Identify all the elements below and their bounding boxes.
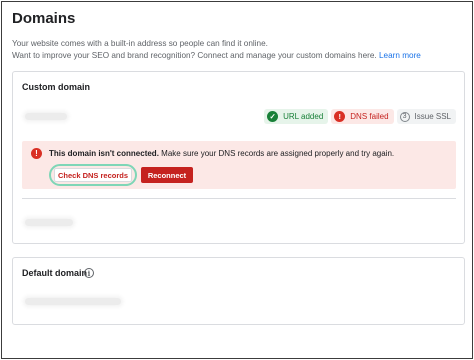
learn-more-link[interactable]: Learn more — [379, 51, 421, 60]
custom-domain-title: Custom domain — [22, 82, 91, 92]
subtitle-line-1: Your website comes with a built-in addre… — [12, 39, 268, 48]
alert-message: This domain isn't connected. Make sure y… — [49, 149, 394, 158]
redacted-default-domain — [25, 298, 121, 305]
reconnect-button[interactable]: Reconnect — [141, 167, 193, 183]
error-icon: ! — [31, 148, 42, 159]
default-domain-title: Default domain — [22, 268, 88, 278]
check-dns-records-button[interactable]: Check DNS records — [54, 168, 132, 182]
alert-title: This domain isn't connected. — [49, 149, 159, 158]
domain-status-steps: ✓ URL added ! DNS failed 3 Issue SSL — [264, 109, 456, 124]
status-chip-dns-failed: ! DNS failed — [331, 109, 394, 124]
default-domain-card: Default domain i — [12, 257, 465, 325]
status-chip-issue-ssl: 3 Issue SSL — [396, 109, 456, 124]
status-chip-label: DNS failed — [350, 112, 389, 121]
custom-domain-card: Custom domain ✓ URL added ! DNS failed 3… — [12, 71, 465, 244]
status-chip-label: Issue SSL — [414, 112, 451, 121]
info-icon[interactable]: i — [84, 268, 94, 278]
page-title: Domains — [12, 10, 76, 27]
check-icon: ✓ — [267, 111, 279, 122]
subtitle-line-2: Want to improve your SEO and brand recog… — [12, 50, 462, 62]
status-chip-url-added: ✓ URL added — [264, 109, 329, 124]
divider — [22, 198, 456, 199]
exclamation-icon: ! — [334, 111, 346, 122]
redacted-domain-name — [25, 113, 67, 120]
redacted-secondary-domain — [25, 219, 73, 226]
alert-body: Make sure your DNS records are assigned … — [161, 149, 395, 158]
status-chip-label: URL added — [283, 112, 324, 121]
domain-error-alert: ! This domain isn't connected. Make sure… — [22, 141, 456, 189]
subtitle-line-2-text: Want to improve your SEO and brand recog… — [12, 50, 377, 60]
page-subtitle: Your website comes with a built-in addre… — [12, 38, 462, 61]
step-number-icon: 3 — [399, 111, 410, 122]
